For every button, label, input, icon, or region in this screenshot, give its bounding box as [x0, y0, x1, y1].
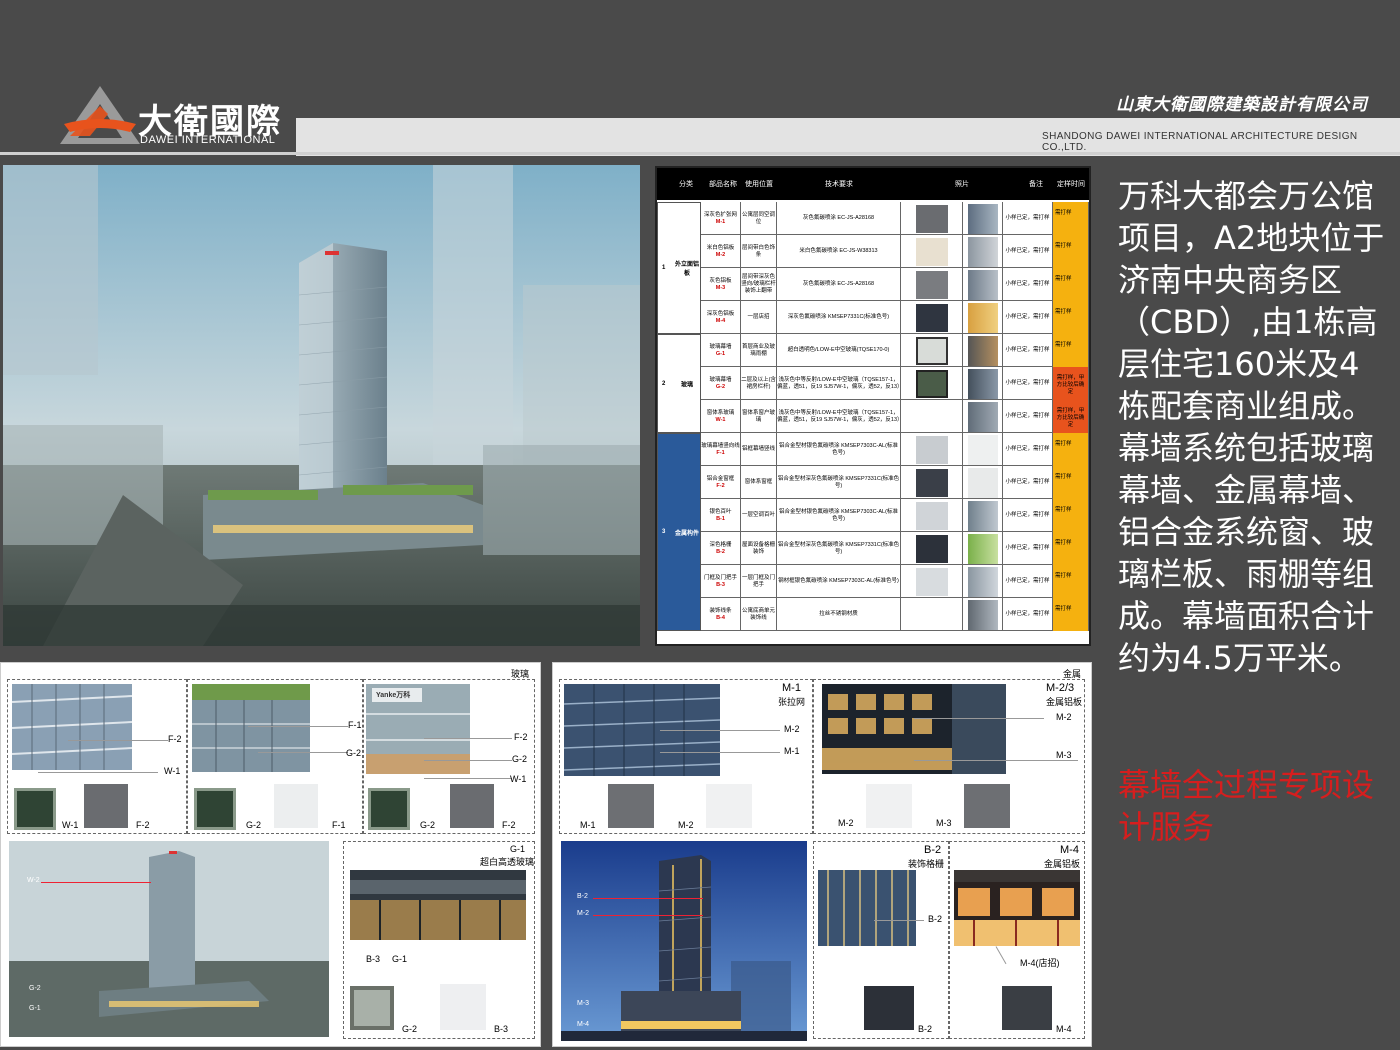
- swatch-m4: [1002, 986, 1052, 1030]
- table-row: 深灰色扩张网 M-1 公寓层同空调位 灰色氟碳喷涂 EC-JS-A28168 小样…: [701, 202, 1089, 235]
- table-row: 玻璃幕墙竖向线 F-1 铝框幕墙竖线 铝合金型材银色氟碳喷涂 KMSEP7303C…: [701, 433, 1089, 466]
- label-w1: W-1: [164, 766, 181, 776]
- metal-detail-m4: M-4 金属铝板 M-4(店招) M-4: [949, 841, 1085, 1039]
- swatch-f2-b: [450, 784, 494, 828]
- storefront-photo: [350, 870, 526, 940]
- glass-panel: 玻璃 F-2 W-1 W-1 F-2 F-1 G-2 G-2 F-1 Yanke…: [0, 662, 541, 1047]
- table-row: 门框及门把手 B-3 一层门框及门把手 钢材框银色氟碳喷涂 KMSEP7303C-…: [701, 565, 1089, 598]
- company-name-en: SHANDONG DAWEI INTERNATIONAL ARCHITECTUR…: [1042, 131, 1358, 153]
- glass-detail-3: Yanke万科 F-2 G-2 W-1 G-2 F-2: [363, 679, 535, 834]
- col-header-name: 部品名称: [709, 181, 737, 188]
- night-tower-rendering: [561, 841, 807, 1041]
- swatch-f2: [84, 784, 128, 828]
- table-row: 米白色铝板 M-2 层间带白色饰条 米白色氟碳喷涂 EC-JS-W38313 小样…: [701, 235, 1089, 268]
- metal-detail-m1: M-1 张拉网 M-2 M-1 M-1 M-2: [559, 679, 813, 834]
- swatch-m2: [706, 784, 752, 828]
- col-header-time: 定样时间: [1057, 181, 1085, 188]
- table-row: 装饰线条 B-4 公寓底商单元装饰线 拉丝不锈钢材质 小样已定，需打样 需打样: [701, 598, 1089, 631]
- label-g1-small: G-1: [29, 1005, 41, 1012]
- table-row: 铝合金窗框 F-2 窗体系窗框 铝合金型材深灰色氟碳喷涂 KMSEP7331C(标…: [701, 466, 1089, 499]
- facade-photo-1: [12, 684, 132, 770]
- label-m23: M-2/3: [1046, 682, 1075, 694]
- col-header-note: 备注: [1029, 181, 1043, 188]
- metal-detail-b2: B-2 装饰格栅 B-2 B-2: [813, 841, 949, 1039]
- company-name-cn: 山東大衛國際建築設計有限公司: [1116, 95, 1368, 115]
- glass-detail-2: F-1 G-2 G-2 F-1: [187, 679, 363, 834]
- metal-detail-m23: M-2/3 金属铝板 M-2 M-3 M-2 M-3: [813, 679, 1085, 834]
- label-f2: F-2: [168, 734, 182, 744]
- grille-photo: [818, 870, 916, 946]
- table-row: 银色百叶 B-1 一层空调百叶 铝合金型材银色氟碳喷涂 KMSEP7303C-AL…: [701, 499, 1089, 532]
- swatch-f1: [274, 784, 318, 828]
- category-metal: 3 金属构件: [657, 433, 701, 631]
- table-row: 深色格栅 B-2 屋面设备格栅装饰 铝合金型材深灰色氟碳喷涂 KMSEP7331C…: [701, 532, 1089, 565]
- glass-sample-g1: [350, 986, 394, 1030]
- label-w2: W-2: [27, 877, 40, 884]
- col-header-requirement: 技术要求: [825, 181, 853, 188]
- swatch-m2-b: [866, 784, 912, 828]
- table-row: 深灰色铝板 M-4 一层店招 深灰色氟碳喷涂 KMSEP7331C(标准色号) 小…: [701, 301, 1089, 334]
- facade-photo-2: [192, 684, 310, 772]
- header: 大衛國際 DAWEI INTERNATIONAL 山東大衛國際建築設計有限公司 …: [0, 0, 1400, 158]
- label-g2: G-2: [346, 748, 362, 758]
- table-header: 分类 部品名称 使用位置 技术要求 照片 备注 定样时间: [657, 168, 1089, 200]
- swatch-b3: [440, 984, 486, 1030]
- vanke-sign: Yanke万科: [376, 692, 411, 699]
- table-row: 玻璃幕墙 G-1 首层商业及玻璃雨棚 超白透明色/LOW-E中空玻璃(TQSE17…: [701, 334, 1089, 367]
- col-header-category: 分类: [679, 181, 693, 188]
- swatch-m3: [964, 784, 1010, 828]
- glass-detail-1: F-2 W-1 W-1 F-2: [7, 679, 187, 834]
- col-header-photo: 照片: [955, 181, 969, 188]
- shop-sign-photo: [954, 870, 1080, 946]
- project-description: 万科大都会万公馆项目，A2地块位于济南中央商务区（CBD）,由1栋高层住宅160…: [1118, 177, 1385, 677]
- category-aluminum: 1 外立面铝板: [657, 202, 701, 334]
- metal-panel: 金属 M-1 张拉网 M-2 M-1 M-1 M-2 M-2/3 金属铝板 M-…: [552, 662, 1092, 1047]
- swatch-b2: [864, 986, 914, 1030]
- tower-rendering-small: [9, 841, 329, 1037]
- glass-sample-3: [368, 788, 410, 830]
- label-m1: M-1: [782, 682, 801, 694]
- label-f1: F-1: [348, 720, 362, 730]
- glass-sample-w1: [14, 788, 56, 830]
- col-header-location: 使用位置: [745, 181, 773, 188]
- category-glass: 2 玻璃: [657, 334, 701, 433]
- glass-detail-g1: G-1 超白高透玻璃 B-3 G-1 G-2 B-3: [343, 841, 535, 1039]
- table-row: 玻璃幕墙 G-2 二层及以上(含裙房栏杆) 浅灰色中等反射/LOW-E中空玻璃（T…: [701, 367, 1089, 400]
- table-row: 灰色铝板 M-3 层间带深灰色竖向/玻璃栏杆装饰上翻带 灰色氟碳喷涂 EC-JS-…: [701, 268, 1089, 301]
- tower-rendering-image: [3, 165, 640, 646]
- material-spec-table: 分类 部品名称 使用位置 技术要求 照片 备注 定样时间 1 外立面铝板 2 玻…: [655, 166, 1091, 646]
- swatch-m1: [608, 784, 654, 828]
- table-row: 窗体系玻璃 W-1 窗体系窗户玻璃 浅灰色中等反射/LOW-E中空玻璃（TQSE1…: [701, 400, 1089, 433]
- label-g2-small: G-2: [29, 985, 41, 992]
- glass-sample-g2: [194, 788, 236, 830]
- logo-english: DAWEI INTERNATIONAL: [140, 134, 276, 146]
- service-highlight: 幕墙全过程专项设计服务: [1118, 766, 1375, 846]
